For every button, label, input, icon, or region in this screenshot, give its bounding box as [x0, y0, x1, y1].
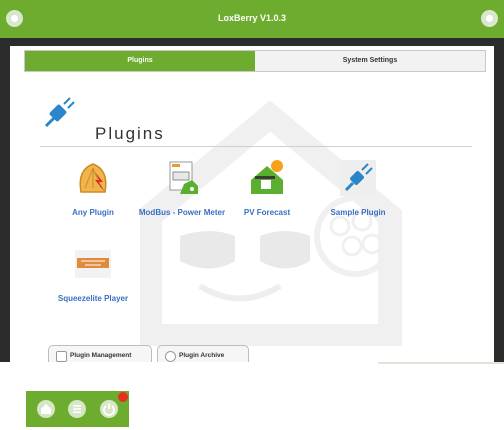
window-title: LoxBerry V1.0.3 [217, 13, 287, 23]
plugin-management-button[interactable]: Plugin Management [48, 345, 152, 362]
tab-system-settings[interactable]: System Settings [255, 51, 485, 71]
plugin-squeezelite-player[interactable]: Squeezelite Player [33, 244, 153, 304]
tab-bar: Plugins System Settings [24, 50, 486, 72]
plugin-sample-plugin[interactable]: Sample Plugin [298, 158, 418, 218]
settings-button[interactable] [481, 10, 498, 27]
bottom-toolbar [26, 391, 129, 427]
squeezelite-player-icon [75, 250, 111, 278]
tab-plugins[interactable]: Plugins [25, 51, 255, 71]
home-icon[interactable] [37, 400, 55, 418]
divider [40, 146, 472, 147]
sample-plugin-icon [340, 160, 376, 196]
main-panel: Plugins System Settings Plugins Any Plug… [10, 46, 494, 362]
plugin-archive-button[interactable]: Plugin Archive [157, 345, 249, 362]
plugin-label: Sample Plugin [330, 208, 386, 217]
page-title: Plugins [95, 124, 165, 143]
menu-icon[interactable] [68, 400, 86, 418]
pv-forecast-icon [251, 160, 283, 194]
power-icon[interactable] [100, 400, 118, 418]
modbus-power-meter-icon [169, 161, 198, 194]
content-frame: Plugins System Settings Plugins Any Plug… [0, 38, 504, 362]
plugin-label: Squeezelite Player [57, 294, 129, 303]
status-strip [378, 362, 504, 364]
any-plugin-icon [79, 163, 107, 193]
alert-badge [118, 392, 128, 402]
plug-icon [44, 97, 75, 128]
checkbox-icon [56, 351, 67, 362]
title-bar: LoxBerry V1.0.3 [0, 0, 504, 38]
archive-icon [165, 351, 176, 362]
